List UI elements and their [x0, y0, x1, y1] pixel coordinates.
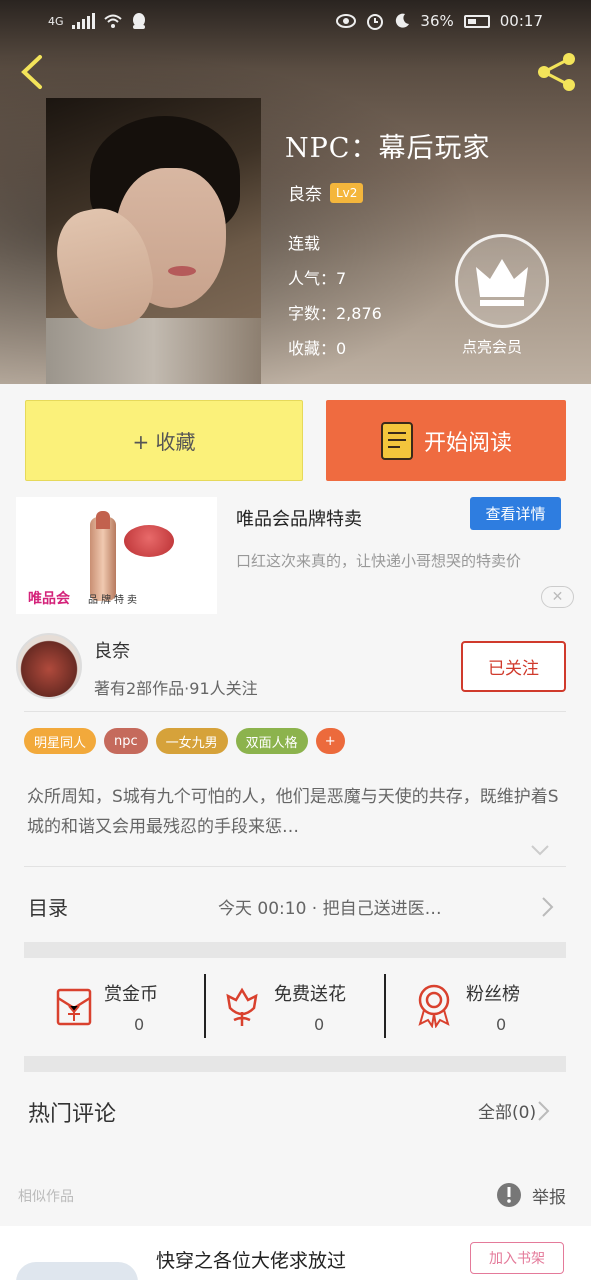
add-favorite-button[interactable]: + 收藏: [25, 400, 303, 481]
status-bar: 4G 36% 00:17: [0, 0, 591, 44]
ad-banner[interactable]: 唯品会 品牌特卖 唯品会品牌特卖 口红这次来真的，让快递小哥想哭的特卖价 查看详…: [0, 497, 591, 619]
ad-brand: 唯品会: [28, 591, 70, 607]
popularity: 人气：7: [288, 269, 347, 288]
chevron-right-icon: [538, 1101, 550, 1121]
fan-ranking-count: 0: [496, 1015, 507, 1034]
tag-item[interactable]: 一女九男: [155, 728, 228, 754]
hot-comments-label: 热门评论: [28, 1102, 117, 1127]
chevron-down-icon: [531, 845, 549, 856]
free-flower-label: 免费送花: [274, 984, 346, 1005]
author-row-stats: 著有2部作品·91人关注: [94, 679, 258, 698]
hot-comments-header: 热门评论 全部(0): [24, 1080, 566, 1140]
crown-icon: [476, 259, 528, 306]
eye-icon: [336, 14, 357, 28]
free-flower-button[interactable]: 免费送花 0: [206, 960, 386, 1056]
close-icon: ✕: [551, 589, 564, 605]
toc-label: 目录: [28, 896, 68, 920]
book-description[interactable]: 众所周知，S城有九个可怕的人，他们是恶魔与天使的共存，既维护着S城的和谐又会用最…: [27, 782, 567, 842]
start-reading-label: 开始阅读: [423, 430, 512, 456]
wifi-icon: [103, 14, 122, 28]
ad-close-button[interactable]: ✕: [541, 586, 574, 608]
report-label: 举报: [532, 1187, 566, 1208]
share-button[interactable]: [534, 52, 580, 92]
ad-brand-sub: 品牌特卖: [88, 595, 140, 606]
book-meta: 连载 人气：7 字数：2,876 收藏：0: [288, 226, 382, 366]
ad-title: 唯品会品牌特卖: [236, 509, 362, 530]
free-flower-count: 0: [314, 1015, 325, 1034]
reward-row: 赏金币 0 免费送花 0 粉丝榜 0: [24, 960, 566, 1056]
reward-coin-button[interactable]: 赏金币 0: [24, 960, 204, 1056]
all-comments-link[interactable]: 全部(0): [478, 1098, 536, 1123]
add-tag-button[interactable]: +: [315, 728, 345, 754]
chevron-right-icon: [542, 897, 554, 917]
author-line: 良奈 Lv2: [288, 180, 364, 205]
medal-icon: [418, 984, 450, 1028]
share-icon: [538, 53, 575, 91]
similar-works-label: 相似作品: [18, 1189, 74, 1205]
ad-image[interactable]: 唯品会 品牌特卖: [16, 497, 217, 614]
alarm-icon: [367, 14, 384, 30]
warning-icon: [497, 1183, 521, 1207]
flower-icon: [226, 987, 258, 1026]
fan-ranking-label: 粉丝榜: [466, 984, 520, 1005]
section-separator: [24, 942, 566, 958]
moon-icon: [396, 13, 410, 28]
author-row[interactable]: 良奈 著有2部作品·91人关注 已关注: [0, 625, 591, 711]
similar-book-title: 快穿之各位大佬求放过: [156, 1250, 347, 1272]
ad-details-button[interactable]: 查看详情: [470, 497, 561, 530]
follow-button[interactable]: 已关注: [461, 641, 566, 692]
add-to-shelf-button[interactable]: 加入书架: [470, 1242, 564, 1274]
qq-icon: [132, 13, 145, 29]
avatar[interactable]: [16, 633, 82, 699]
book-cover[interactable]: [46, 98, 261, 384]
similar-book-cover[interactable]: [16, 1262, 138, 1280]
tag-item[interactable]: 双面人格: [235, 728, 308, 754]
vip-label: 点亮会员: [462, 338, 523, 356]
coin-envelope-icon: [56, 988, 92, 1026]
back-button[interactable]: [18, 54, 48, 90]
battery-text: 36%: [420, 12, 454, 30]
author-row-name: 良奈: [94, 641, 130, 662]
book-header: 4G 36% 00:17 NPC：幕后玩家 良奈 Lv2 连载 人气：7 字数：…: [0, 0, 591, 384]
signal-icon: [71, 13, 95, 29]
section-separator: [24, 1056, 566, 1072]
level-badge: Lv2: [330, 182, 364, 203]
start-reading-button[interactable]: 开始阅读: [326, 400, 566, 481]
book-icon: [380, 421, 413, 460]
clock: 00:17: [499, 12, 543, 30]
reward-coin-count: 0: [134, 1015, 145, 1034]
serial-status: 连载: [288, 234, 321, 253]
book-title: NPC：幕后玩家: [285, 133, 491, 164]
report-button[interactable]: 举报: [496, 1182, 566, 1208]
network-label: 4G: [48, 14, 64, 28]
similar-book-card[interactable]: 快穿之各位大佬求放过 加入书架: [0, 1226, 591, 1280]
reward-coin-label: 赏金币: [104, 984, 158, 1005]
tag-item[interactable]: 明星同人: [24, 728, 97, 754]
expand-description-button[interactable]: [530, 842, 550, 856]
table-of-contents-row[interactable]: 目录 今天 00:10 · 把自己送进医…: [24, 868, 566, 942]
tag-list: 明星同人 npc 一女九男 双面人格 +: [24, 728, 345, 754]
favorite-count: 收藏：0: [288, 339, 347, 358]
battery-icon: [463, 14, 490, 28]
chevron-left-icon: [21, 55, 42, 89]
divider: [24, 866, 566, 867]
divider: [24, 711, 566, 712]
tag-item[interactable]: npc: [104, 728, 148, 754]
author-name[interactable]: 良奈: [288, 180, 322, 205]
latest-chapter: 今天 00:10 · 把自己送进医…: [218, 899, 442, 919]
ad-description: 口红这次来真的，让快递小哥想哭的特卖价: [236, 552, 522, 570]
fan-ranking-button[interactable]: 粉丝榜 0: [386, 960, 566, 1056]
word-count: 字数：2,876: [288, 304, 382, 323]
vip-button[interactable]: [455, 234, 549, 328]
